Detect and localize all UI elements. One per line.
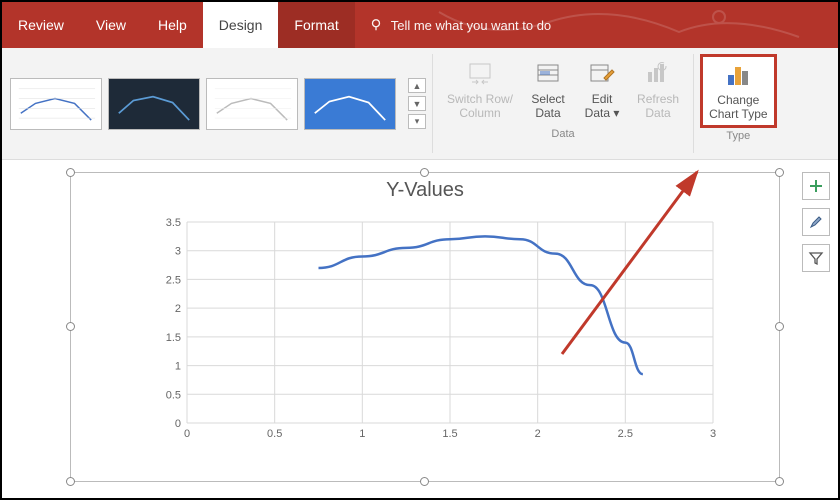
chart-style-4[interactable] bbox=[304, 78, 396, 130]
tab-review[interactable]: Review bbox=[2, 2, 80, 48]
select-data-label: SelectData bbox=[531, 92, 564, 120]
chart-plot[interactable]: 0 0.5 1 1.5 2 2.5 3 0 0.5 1 1.5 2 2.5 3 3.5 bbox=[161, 218, 721, 443]
chart-title[interactable]: Y-Values bbox=[71, 173, 779, 202]
edit-data-button[interactable]: EditData ▾ bbox=[575, 54, 629, 126]
switch-row-column-icon bbox=[466, 60, 494, 88]
chart-styles-button[interactable] bbox=[802, 208, 830, 236]
svg-text:3: 3 bbox=[175, 246, 181, 258]
edit-data-icon bbox=[588, 60, 616, 88]
tell-me-placeholder: Tell me what you want to do bbox=[391, 18, 551, 33]
type-group-label: Type bbox=[726, 128, 750, 146]
resize-handle-sw[interactable] bbox=[66, 477, 75, 486]
refresh-data-label: RefreshData bbox=[637, 92, 679, 120]
data-group: Switch Row/Column SelectData EditData ▾ … bbox=[433, 48, 693, 159]
tab-design-label: Design bbox=[219, 17, 263, 33]
style-scroll-up[interactable]: ▲ bbox=[408, 78, 426, 93]
plus-icon bbox=[808, 178, 824, 194]
chart-style-1[interactable] bbox=[10, 78, 102, 130]
chart-filters-button[interactable] bbox=[802, 244, 830, 272]
svg-text:3.5: 3.5 bbox=[166, 218, 181, 229]
chart-object[interactable]: Y-Values 0 0.5 1 1.5 2 2.5 3 0 0.5 1 1.5 2 2.5 3 3.5 bbox=[70, 172, 780, 482]
svg-text:1: 1 bbox=[359, 428, 365, 440]
y-axis: 0 0.5 1 1.5 2 2.5 3 3.5 bbox=[166, 218, 181, 430]
resize-handle-s[interactable] bbox=[420, 477, 429, 486]
tab-format[interactable]: Format bbox=[278, 2, 354, 48]
tab-view-label: View bbox=[96, 17, 126, 33]
type-group: ChangeChart Type Type bbox=[694, 48, 782, 159]
funnel-icon bbox=[808, 250, 824, 266]
svg-text:0.5: 0.5 bbox=[166, 389, 181, 401]
tab-help-label: Help bbox=[158, 17, 187, 33]
svg-text:2.5: 2.5 bbox=[166, 274, 181, 286]
tab-help[interactable]: Help bbox=[142, 2, 203, 48]
tell-me-search[interactable]: Tell me what you want to do bbox=[355, 2, 551, 48]
paintbrush-icon bbox=[808, 214, 824, 230]
tab-view[interactable]: View bbox=[80, 2, 142, 48]
change-chart-type-label: ChangeChart Type bbox=[709, 93, 767, 121]
chart-styles-gallery: ▲ ▼ ▾ bbox=[2, 48, 432, 159]
svg-text:1.5: 1.5 bbox=[166, 332, 181, 344]
chart-elements-button[interactable] bbox=[802, 172, 830, 200]
switch-row-column-label: Switch Row/Column bbox=[447, 92, 513, 120]
data-group-label: Data bbox=[551, 126, 574, 144]
resize-handle-n[interactable] bbox=[420, 168, 429, 177]
svg-text:0: 0 bbox=[184, 428, 190, 440]
select-data-button[interactable]: SelectData bbox=[521, 54, 575, 126]
resize-handle-nw[interactable] bbox=[66, 168, 75, 177]
x-axis: 0 0.5 1 1.5 2 2.5 3 bbox=[184, 428, 716, 440]
slide-canvas: Y-Values 0 0.5 1 1.5 2 2.5 3 0 0.5 1 1.5 2 2.5 3 3.5 bbox=[2, 160, 838, 498]
refresh-data-icon bbox=[644, 60, 672, 88]
refresh-data-button: RefreshData bbox=[629, 54, 687, 126]
switch-row-column-button: Switch Row/Column bbox=[439, 54, 521, 126]
svg-text:0: 0 bbox=[175, 418, 181, 430]
svg-text:2: 2 bbox=[535, 428, 541, 440]
chart-grid bbox=[187, 222, 713, 423]
ribbon: ▲ ▼ ▾ Switch Row/Column SelectData EditD… bbox=[2, 48, 838, 160]
style-scroll-down[interactable]: ▼ bbox=[408, 96, 426, 111]
svg-text:1: 1 bbox=[175, 361, 181, 373]
lightbulb-icon bbox=[369, 18, 383, 32]
resize-handle-se[interactable] bbox=[775, 477, 784, 486]
resize-handle-ne[interactable] bbox=[775, 168, 784, 177]
resize-handle-w[interactable] bbox=[66, 322, 75, 331]
chart-style-3[interactable] bbox=[206, 78, 298, 130]
select-data-icon bbox=[534, 60, 562, 88]
style-gallery-scroll: ▲ ▼ ▾ bbox=[408, 78, 426, 129]
data-series-line bbox=[319, 236, 643, 374]
chart-side-tools bbox=[802, 172, 830, 272]
svg-text:3: 3 bbox=[710, 428, 716, 440]
tab-format-label: Format bbox=[294, 17, 338, 33]
style-gallery-expand[interactable]: ▾ bbox=[408, 114, 426, 129]
change-chart-type-button[interactable]: ChangeChart Type bbox=[700, 54, 776, 128]
svg-text:0.5: 0.5 bbox=[267, 428, 282, 440]
svg-text:2: 2 bbox=[175, 303, 181, 315]
ribbon-tabbar: Review View Help Design Format Tell me w… bbox=[2, 2, 838, 48]
tab-design[interactable]: Design bbox=[203, 2, 279, 48]
svg-text:2.5: 2.5 bbox=[618, 428, 633, 440]
svg-text:1.5: 1.5 bbox=[442, 428, 457, 440]
chart-style-2[interactable] bbox=[108, 78, 200, 130]
change-chart-type-icon bbox=[724, 61, 752, 89]
tab-review-label: Review bbox=[18, 17, 64, 33]
resize-handle-e[interactable] bbox=[775, 322, 784, 331]
